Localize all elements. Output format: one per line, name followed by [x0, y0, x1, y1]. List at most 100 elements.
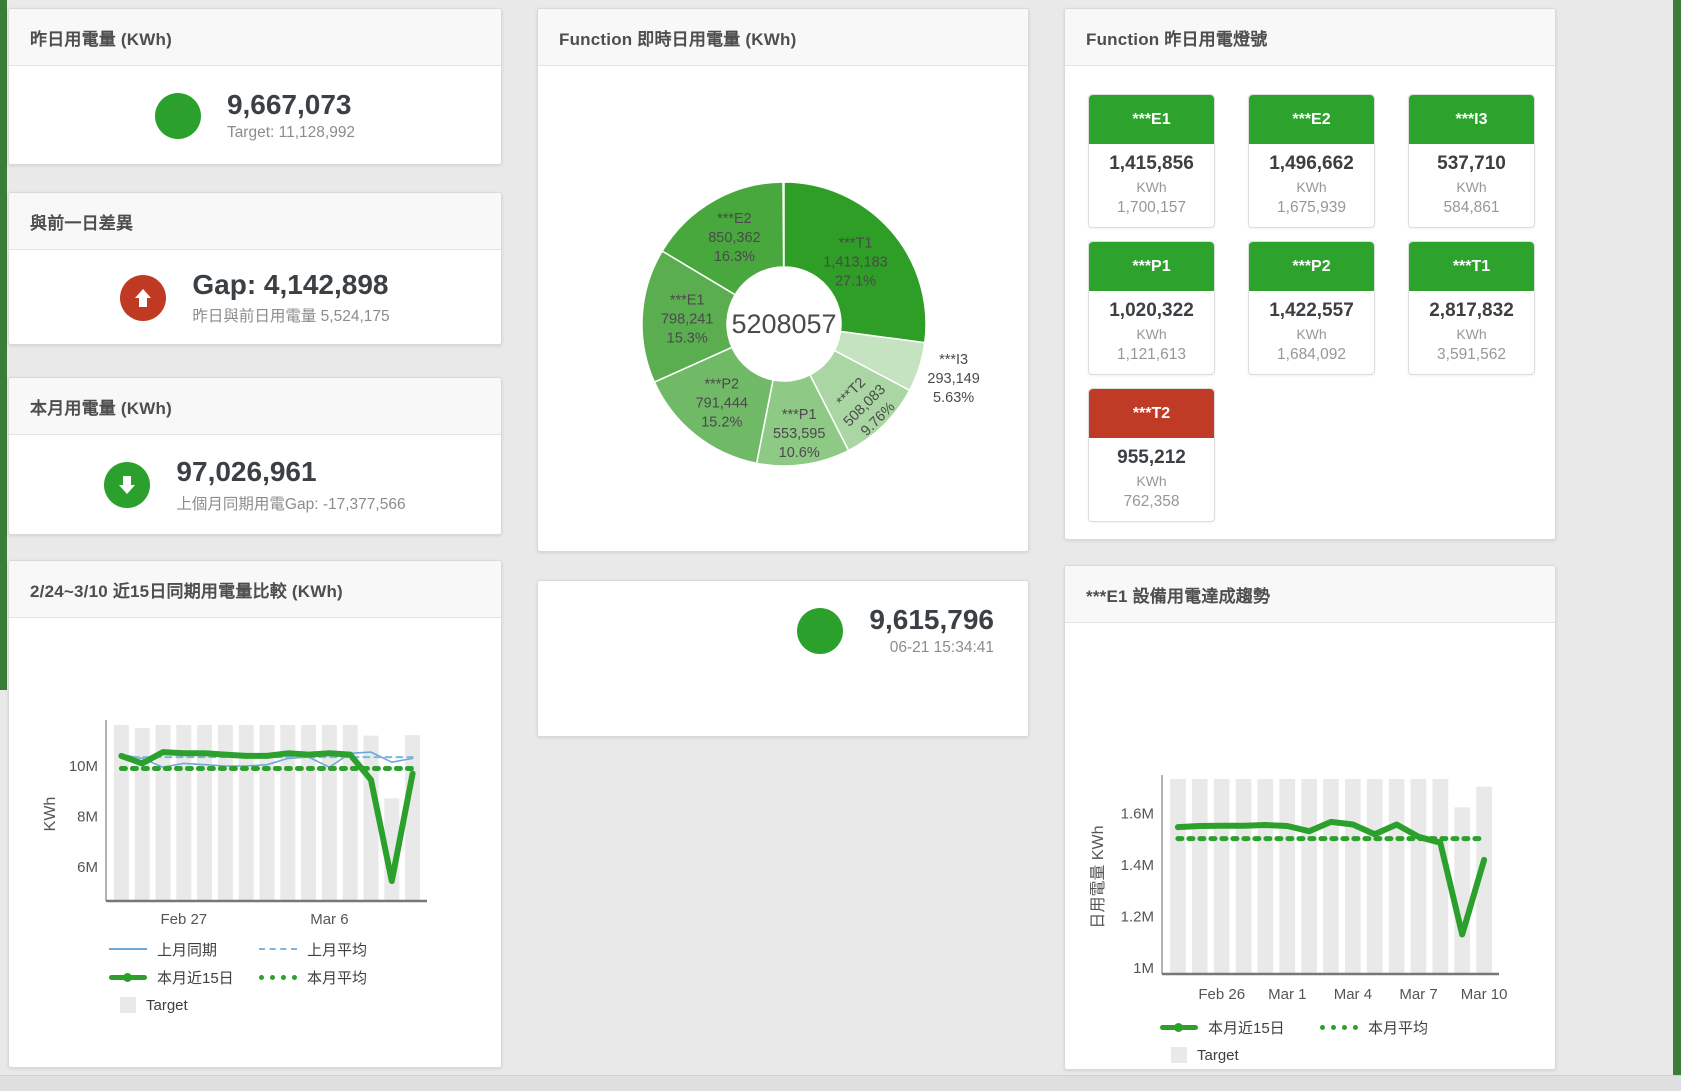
- blue-line-swatch-icon: [109, 948, 147, 950]
- legend-item-this-month-15d[interactable]: 本月近15日: [109, 964, 259, 990]
- lamp-value: 1,415,856: [1093, 153, 1210, 175]
- legend-label: 上月平均: [307, 939, 367, 960]
- lamp-label: ***T2: [1133, 405, 1170, 423]
- lamp-item-i3[interactable]: ***I3 537,710KWh584,861: [1408, 94, 1535, 228]
- legend-label: Target: [1197, 1047, 1239, 1064]
- svg-text:15.3%: 15.3%: [667, 330, 708, 346]
- green-line-swatch-icon: [1160, 1025, 1198, 1030]
- svg-text:***T1: ***T1: [839, 235, 873, 251]
- target-bar: [135, 728, 150, 900]
- green-dot-swatch-icon: [259, 975, 297, 980]
- compare-chart-legend: 上月同期 上月平均 本月近15日 本月平均 Target: [109, 936, 501, 1018]
- lamp-target: 3,591,562: [1413, 346, 1530, 364]
- legend-item-target[interactable]: Target: [1160, 1042, 1320, 1068]
- legend-label: 上月同期: [157, 939, 217, 960]
- target-bar: [1192, 779, 1208, 973]
- green-dot-swatch-icon: [1320, 1025, 1358, 1030]
- svg-text:15.2%: 15.2%: [701, 414, 742, 430]
- lamp-target: 1,675,939: [1253, 199, 1370, 217]
- x-tick-label: Feb 26: [1198, 986, 1245, 1003]
- svg-text:553,595: 553,595: [773, 426, 825, 442]
- svg-text:***E2: ***E2: [717, 211, 752, 227]
- target-bar: [1214, 779, 1230, 973]
- target-bar: [114, 725, 129, 900]
- lamp-unit: KWh: [1093, 179, 1210, 195]
- legend-label: 本月近15日: [1208, 1017, 1285, 1038]
- lamp-label: ***I3: [1455, 111, 1487, 129]
- target-bar: [1345, 779, 1361, 973]
- target-bar: [260, 725, 275, 900]
- legend-item-this-month-avg[interactable]: 本月平均: [259, 964, 419, 990]
- lamp-value: 537,710: [1413, 153, 1530, 175]
- kpi-value: 97,026,961: [176, 456, 405, 488]
- panel-realtime-donut: Function 即時日用電量 (KWh) ***T11,413,18327.1…: [537, 8, 1029, 552]
- lamp-label: ***P1: [1132, 258, 1170, 276]
- lamp-unit: KWh: [1253, 326, 1370, 342]
- lamp-item-p2[interactable]: ***P2 1,422,557KWh1,684,092: [1248, 241, 1375, 375]
- kpi-value: Gap: 4,142,898: [192, 269, 389, 301]
- y-tick-label: 8M: [77, 809, 98, 826]
- status-circle-icon: [797, 608, 843, 654]
- target-bar: [1367, 779, 1383, 973]
- kpi-estimate: 9,615,796 06-21 15:34:41: [538, 581, 1028, 680]
- lamp-unit: KWh: [1093, 473, 1210, 489]
- svg-text:***P1: ***P1: [782, 407, 817, 423]
- legend-item-target[interactable]: Target: [109, 992, 259, 1018]
- y-axis-label: KWh: [42, 797, 59, 832]
- target-bar: [1170, 779, 1186, 973]
- bottom-scroll-band[interactable]: [0, 1075, 1681, 1091]
- x-tick-label: Feb 27: [160, 911, 207, 928]
- target-bar: [239, 725, 254, 900]
- lamp-item-t2[interactable]: ***T2 955,212KWh762,358: [1088, 388, 1215, 522]
- lamp-value: 2,817,832: [1413, 300, 1530, 322]
- trend-chart-legend: 本月近15日 本月平均 Target: [1160, 1014, 1555, 1068]
- panel-title: 2/24~3/10 近15日同期用電量比較 (KWh): [9, 561, 501, 618]
- target-bar: [1411, 779, 1427, 973]
- lamp-value: 1,496,662: [1253, 153, 1370, 175]
- lamp-label: ***E2: [1292, 111, 1330, 129]
- kpi-gap: Gap: 4,142,898 昨日與前日用電量 5,524,175: [9, 250, 501, 345]
- legend-item-this-month-15d[interactable]: 本月近15日: [1160, 1014, 1320, 1040]
- dashboard: 昨日用電量 (KWh) 9,667,073 Target: 11,128,992…: [0, 0, 1681, 1091]
- lamp-item-t1[interactable]: ***T1 2,817,832KWh3,591,562: [1408, 241, 1535, 375]
- lamp-target: 1,684,092: [1253, 346, 1370, 364]
- svg-text:16.3%: 16.3%: [714, 249, 755, 265]
- lamp-item-p1[interactable]: ***P1 1,020,322KWh1,121,613: [1088, 241, 1215, 375]
- lamp-item-e1[interactable]: ***E1 1,415,856KWh1,700,157: [1088, 94, 1215, 228]
- legend-label: 本月平均: [1368, 1017, 1428, 1038]
- svg-text:***E1: ***E1: [670, 292, 705, 308]
- panel-title: 與前一日差異: [9, 193, 501, 250]
- legend-item-this-month-avg[interactable]: 本月平均: [1320, 1014, 1480, 1040]
- panel-month-usage: 本月用電量 (KWh) 97,026,961 上個月同期用電Gap: -17,3…: [8, 377, 502, 535]
- legend-item-prev-month-period[interactable]: 上月同期: [109, 936, 259, 962]
- target-bar: [1454, 807, 1470, 973]
- target-bar: [1389, 779, 1405, 973]
- target-bar: [301, 725, 316, 900]
- legend-item-prev-month-avg[interactable]: 上月平均: [259, 936, 419, 962]
- x-tick-label: Mar 7: [1399, 986, 1437, 1003]
- kpi-yesterday: 9,667,073 Target: 11,128,992: [9, 66, 501, 165]
- status-circle-icon: [155, 93, 201, 139]
- panel-day-gap: 與前一日差異 Gap: 4,142,898 昨日與前日用電量 5,524,175: [8, 192, 502, 345]
- kpi-value: 9,615,796: [869, 604, 994, 636]
- target-bar: [1258, 779, 1274, 973]
- lamp-unit: KWh: [1413, 326, 1530, 342]
- lamp-unit: KWh: [1253, 179, 1370, 195]
- right-edge-strip: [1673, 0, 1681, 1091]
- lamp-target: 584,861: [1413, 199, 1530, 217]
- y-tick-label: 1M: [1133, 960, 1154, 977]
- legend-label: Target: [146, 997, 188, 1014]
- svg-text:1,413,183: 1,413,183: [823, 254, 888, 270]
- lamp-label: ***E1: [1132, 111, 1170, 129]
- lamp-value: 955,212: [1093, 447, 1210, 469]
- panel-title: ***E1 設備用電達成趨勢: [1065, 566, 1555, 623]
- trend-chart: 1M1.2M1.4M1.6MFeb 26Mar 1Mar 4Mar 7Mar 1…: [1071, 773, 1551, 1008]
- lamp-item-e2[interactable]: ***E2 1,496,662 KWh 1,675,939: [1248, 94, 1375, 228]
- target-bar: [1323, 779, 1339, 973]
- target-bar: [343, 725, 358, 900]
- y-tick-label: 6M: [77, 859, 98, 876]
- panel-lamp-status: Function 昨日用電燈號 ***E1 1,415,856KWh1,700,…: [1064, 8, 1556, 540]
- target-bar: [1279, 779, 1295, 973]
- compare-chart: 6M8M10MFeb 27Mar 6KWh: [15, 718, 485, 930]
- lamp-target: 1,121,613: [1093, 346, 1210, 364]
